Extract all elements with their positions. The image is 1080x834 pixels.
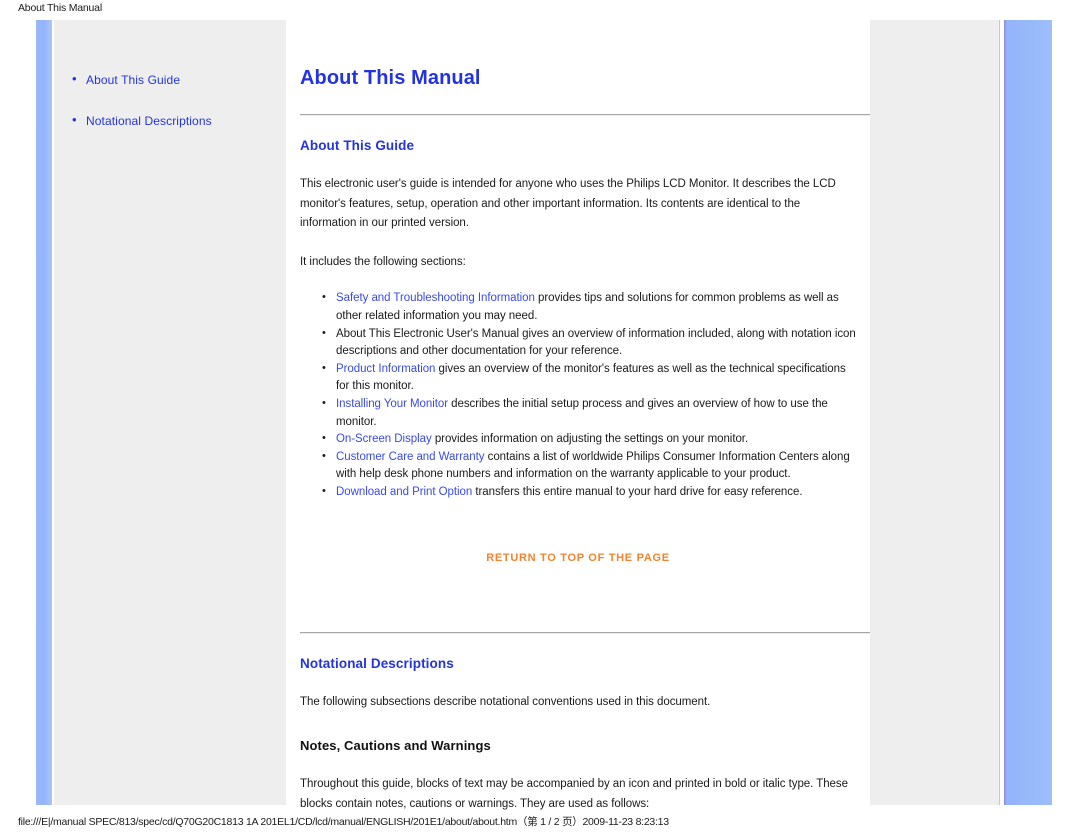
list-item: Product Information gives an overview of… xyxy=(322,360,856,396)
sidebar: • About This Guide • Notational Descript… xyxy=(54,20,286,805)
subsection-heading-notes-cautions-warnings: Notes, Cautions and Warnings xyxy=(300,738,491,754)
right-gray-panel xyxy=(870,20,1000,805)
section-heading-notational-descriptions: Notational Descriptions xyxy=(300,655,454,671)
list-item: Customer Care and Warranty contains a li… xyxy=(322,448,856,484)
includes-sections-label: It includes the following sections: xyxy=(300,255,466,268)
print-header-title: About This Manual xyxy=(18,2,102,14)
title-divider xyxy=(300,114,870,116)
left-decorative-bar xyxy=(36,20,52,805)
list-item-text: transfers this entire manual to your har… xyxy=(472,485,803,498)
notational-body-paragraph: Throughout this guide, blocks of text ma… xyxy=(300,778,848,810)
link-product-information[interactable]: Product Information xyxy=(336,363,435,375)
list-item: About This Electronic User's Manual give… xyxy=(322,325,856,361)
page-title: About This Manual xyxy=(300,67,481,89)
return-to-top-container: RETURN TO TOP OF THE PAGE xyxy=(300,548,856,566)
document-page: • About This Guide • Notational Descript… xyxy=(36,20,1052,810)
list-item-text: About This Electronic User's Manual give… xyxy=(336,327,856,358)
bullet-icon: • xyxy=(72,112,77,127)
link-safety-and-troubleshooting-information[interactable]: Safety and Troubleshooting Information xyxy=(336,292,535,304)
right-decorative-bar xyxy=(1004,20,1052,805)
print-footer-path: file:///E|/manual SPEC/813/spec/cd/Q70G2… xyxy=(18,816,669,828)
list-item: Safety and Troubleshooting Information p… xyxy=(322,289,856,325)
link-on-screen-display[interactable]: On-Screen Display xyxy=(336,433,432,445)
notational-intro-paragraph: The following subsections describe notat… xyxy=(300,695,711,708)
sidebar-item-label[interactable]: Notational Descriptions xyxy=(86,113,212,129)
section-heading-about-this-guide: About This Guide xyxy=(300,138,415,153)
return-to-top-link[interactable]: RETURN TO TOP OF THE PAGE xyxy=(486,552,670,564)
list-item: Installing Your Monitor describes the in… xyxy=(322,395,856,431)
link-installing-your-monitor[interactable]: Installing Your Monitor xyxy=(336,398,448,410)
link-customer-care-and-warranty[interactable]: Customer Care and Warranty xyxy=(336,451,485,463)
section-divider xyxy=(300,631,870,634)
sidebar-item-label[interactable]: About This Guide xyxy=(86,72,180,88)
sidebar-item-about-this-guide[interactable]: • About This Guide xyxy=(72,72,286,88)
list-item-text: provides information on adjusting the se… xyxy=(431,433,749,446)
about-guide-intro-paragraph: This electronic user's guide is intended… xyxy=(300,178,836,230)
bullet-icon: • xyxy=(72,71,77,86)
list-item: Download and Print Option transfers this… xyxy=(322,483,856,502)
link-download-and-print-option[interactable]: Download and Print Option xyxy=(336,486,472,498)
sidebar-item-notational-descriptions[interactable]: • Notational Descriptions xyxy=(72,113,286,129)
sections-list: Safety and Troubleshooting Information p… xyxy=(300,289,856,502)
list-item: On-Screen Display provides information o… xyxy=(322,430,856,449)
right-panel-edge-line xyxy=(999,20,1000,805)
main-content: About This Manual About This Guide This … xyxy=(286,20,870,810)
